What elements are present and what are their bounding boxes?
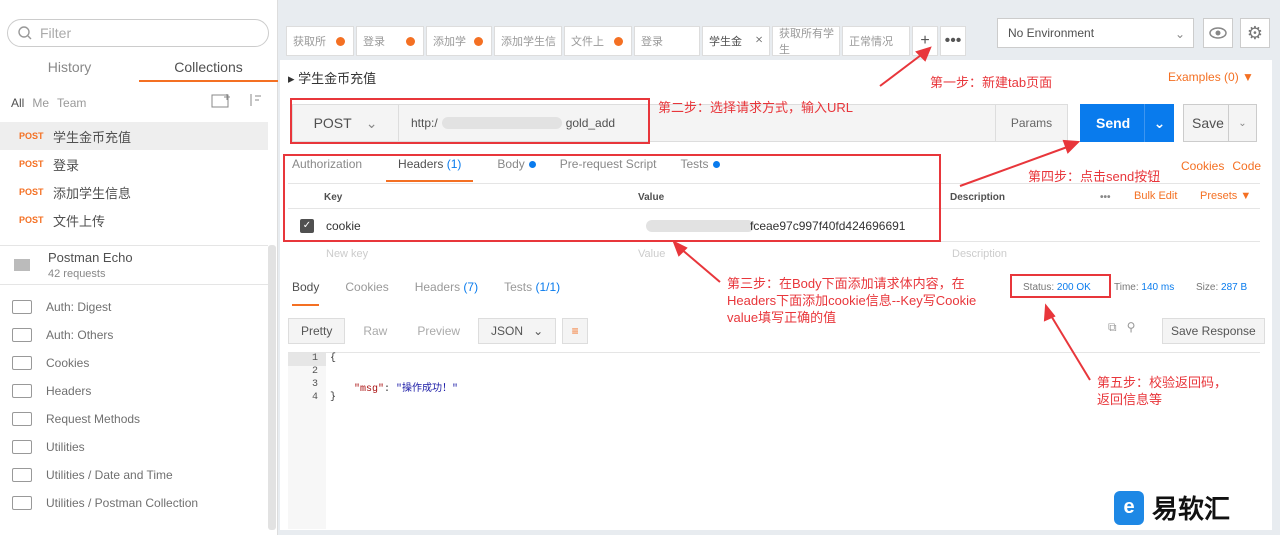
annotation-step1: 第一步：新建tab页面 — [930, 75, 1053, 90]
annotation-step5: 第五步：校验返回码， 返回信息等 — [1097, 375, 1228, 407]
annotation-step3: 第三步：在Body下面添加请求体内容，在 Headers下面添加cookie信息… — [727, 276, 977, 325]
watermark-logo: e 易软汇 — [1108, 487, 1237, 528]
annotation-step2: 第二步：选择请求方式，输入URL — [658, 100, 854, 115]
watermark-text: 易软汇 — [1152, 494, 1231, 524]
annotation-step4: 第四步：点击send按钮 — [1028, 169, 1161, 184]
annotation-arrows — [672, 46, 1091, 381]
logo-icon: e — [1114, 490, 1144, 525]
